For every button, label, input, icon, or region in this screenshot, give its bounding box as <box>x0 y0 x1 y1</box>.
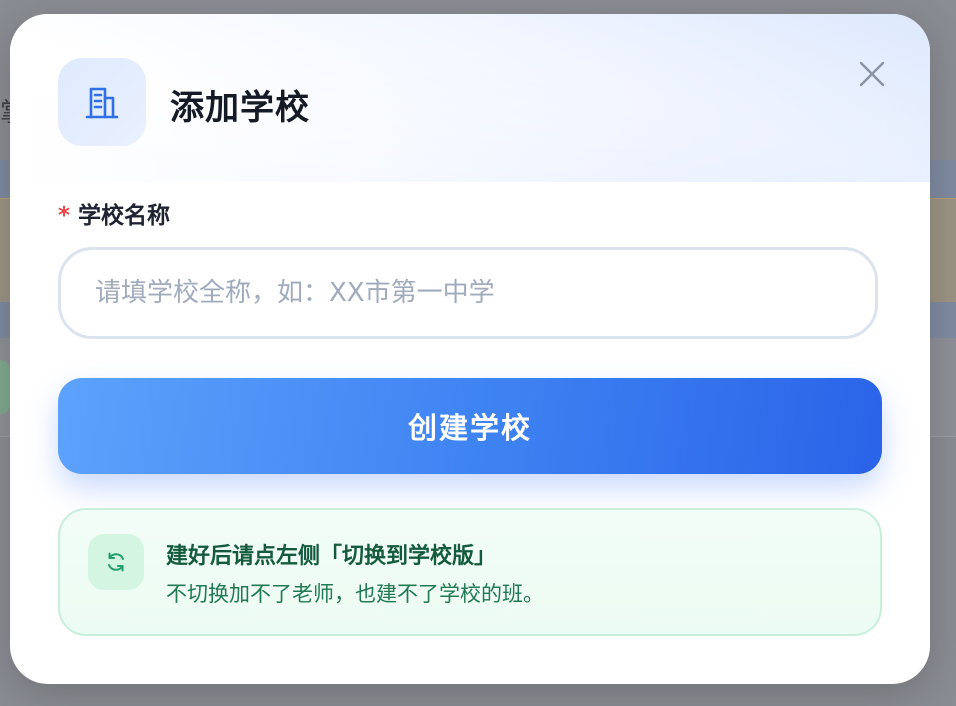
refresh-icon <box>88 534 144 590</box>
close-button[interactable] <box>852 54 892 94</box>
dialog-title: 添加学校 <box>170 88 310 128</box>
tip-description: 不切换加不了老师，也建不了学校的班。 <box>166 582 544 606</box>
switch-tip-box: 建好后请点左侧「切换到学校版」 不切换加不了老师，也建不了学校的班。 <box>58 508 882 636</box>
required-mark: * <box>58 203 71 229</box>
school-name-input[interactable] <box>58 247 878 339</box>
building-icon <box>58 58 146 146</box>
background-badge <box>0 360 10 414</box>
school-name-label-text: 学校名称 <box>78 203 171 229</box>
create-school-button[interactable]: 创建学校 <box>58 378 882 474</box>
dialog-header-gradient <box>10 14 930 182</box>
tip-title: 建好后请点左侧「切换到学校版」 <box>166 544 497 569</box>
add-school-dialog: 添加学校 * 学校名称 创建学校 建好后请点左侧「切换到学校版」 不切换加不了老师… <box>10 14 930 684</box>
close-icon <box>859 61 885 87</box>
school-name-label: * 学校名称 <box>58 196 170 230</box>
